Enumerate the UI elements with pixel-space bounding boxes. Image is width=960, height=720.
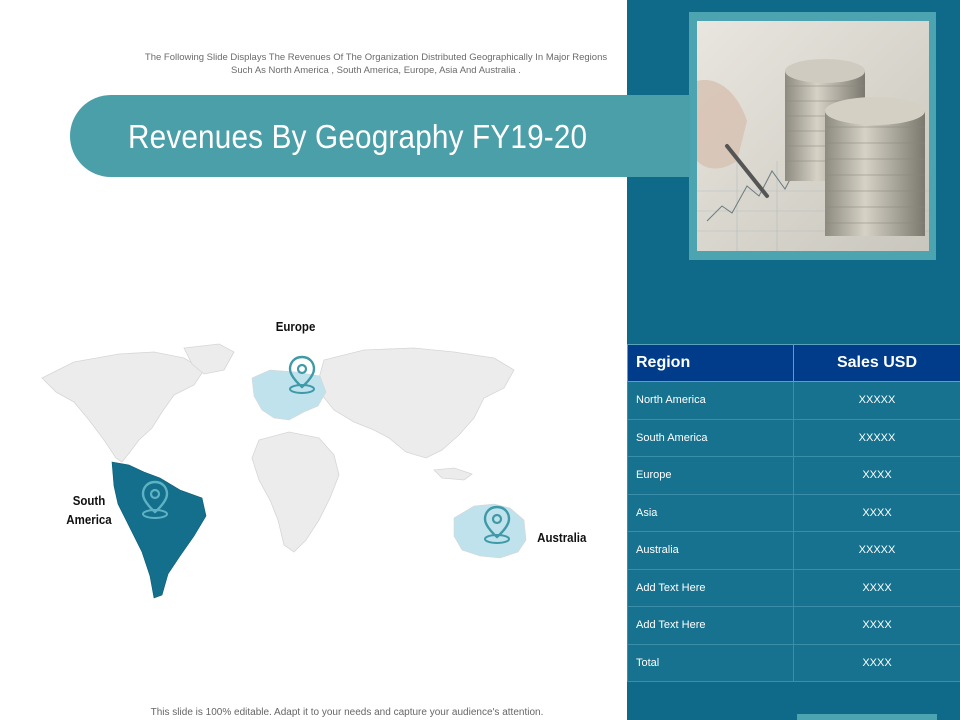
table-row: South America XXXXX <box>627 418 960 457</box>
map-label-south-america: South America <box>59 492 120 530</box>
map-label-south-america-line2: America <box>66 513 112 527</box>
sales-cell: XXXXX <box>793 531 960 570</box>
region-cell: Add Text Here <box>627 568 794 607</box>
table-row: Australia XXXXX <box>627 531 960 570</box>
region-cell: Total <box>627 643 794 682</box>
map-label-europe: Europe <box>275 320 316 334</box>
region-cell: Asia <box>627 493 794 532</box>
table-row: Europe XXXX <box>627 456 960 495</box>
sales-cell: XXXX <box>793 643 960 682</box>
region-cell: North America <box>627 381 794 420</box>
location-pin-icon <box>288 355 316 394</box>
sales-cell: XXXX <box>793 456 960 495</box>
table-row: Total XXXX <box>627 643 960 682</box>
table-row: Add Text Here XXXX <box>627 568 960 607</box>
column-header-sales: Sales USD <box>793 344 960 382</box>
sales-table: Region Sales USD North America XXXXX Sou… <box>627 344 960 682</box>
coins-photo <box>697 21 929 251</box>
location-pin-icon <box>483 505 511 544</box>
page-title: Revenues By Geography FY19-20 <box>128 118 588 155</box>
indonesia-shape <box>433 467 473 481</box>
footer-text: This slide is 100% editable. Adapt it to… <box>150 707 544 718</box>
table-header-row: Region Sales USD <box>627 344 960 382</box>
north-america-shape <box>41 351 205 463</box>
location-pin-icon <box>141 480 169 519</box>
coins-photo-graphic <box>697 21 929 251</box>
region-cell: South America <box>627 418 794 457</box>
asia-shape <box>318 347 515 459</box>
africa-shape <box>251 431 340 553</box>
map-label-south-america-line1: South <box>72 494 106 508</box>
sales-cell: XXXXX <box>793 418 960 457</box>
sales-cell: XXXXX <box>793 381 960 420</box>
table-row: Add Text Here XXXX <box>627 606 960 645</box>
bottom-accent-strip <box>797 714 937 720</box>
map-label-australia: Australia <box>537 531 587 545</box>
table-row: North America XXXXX <box>627 381 960 420</box>
intro-text: The Following Slide Displays The Revenue… <box>144 52 608 76</box>
sales-cell: XXXX <box>793 493 960 532</box>
column-header-region: Region <box>627 344 794 382</box>
sales-cell: XXXX <box>793 606 960 645</box>
sales-cell: XXXX <box>793 568 960 607</box>
region-cell: Europe <box>627 456 794 495</box>
table-row: Asia XXXX <box>627 493 960 532</box>
region-cell: Add Text Here <box>627 606 794 645</box>
region-cell: Australia <box>627 531 794 570</box>
